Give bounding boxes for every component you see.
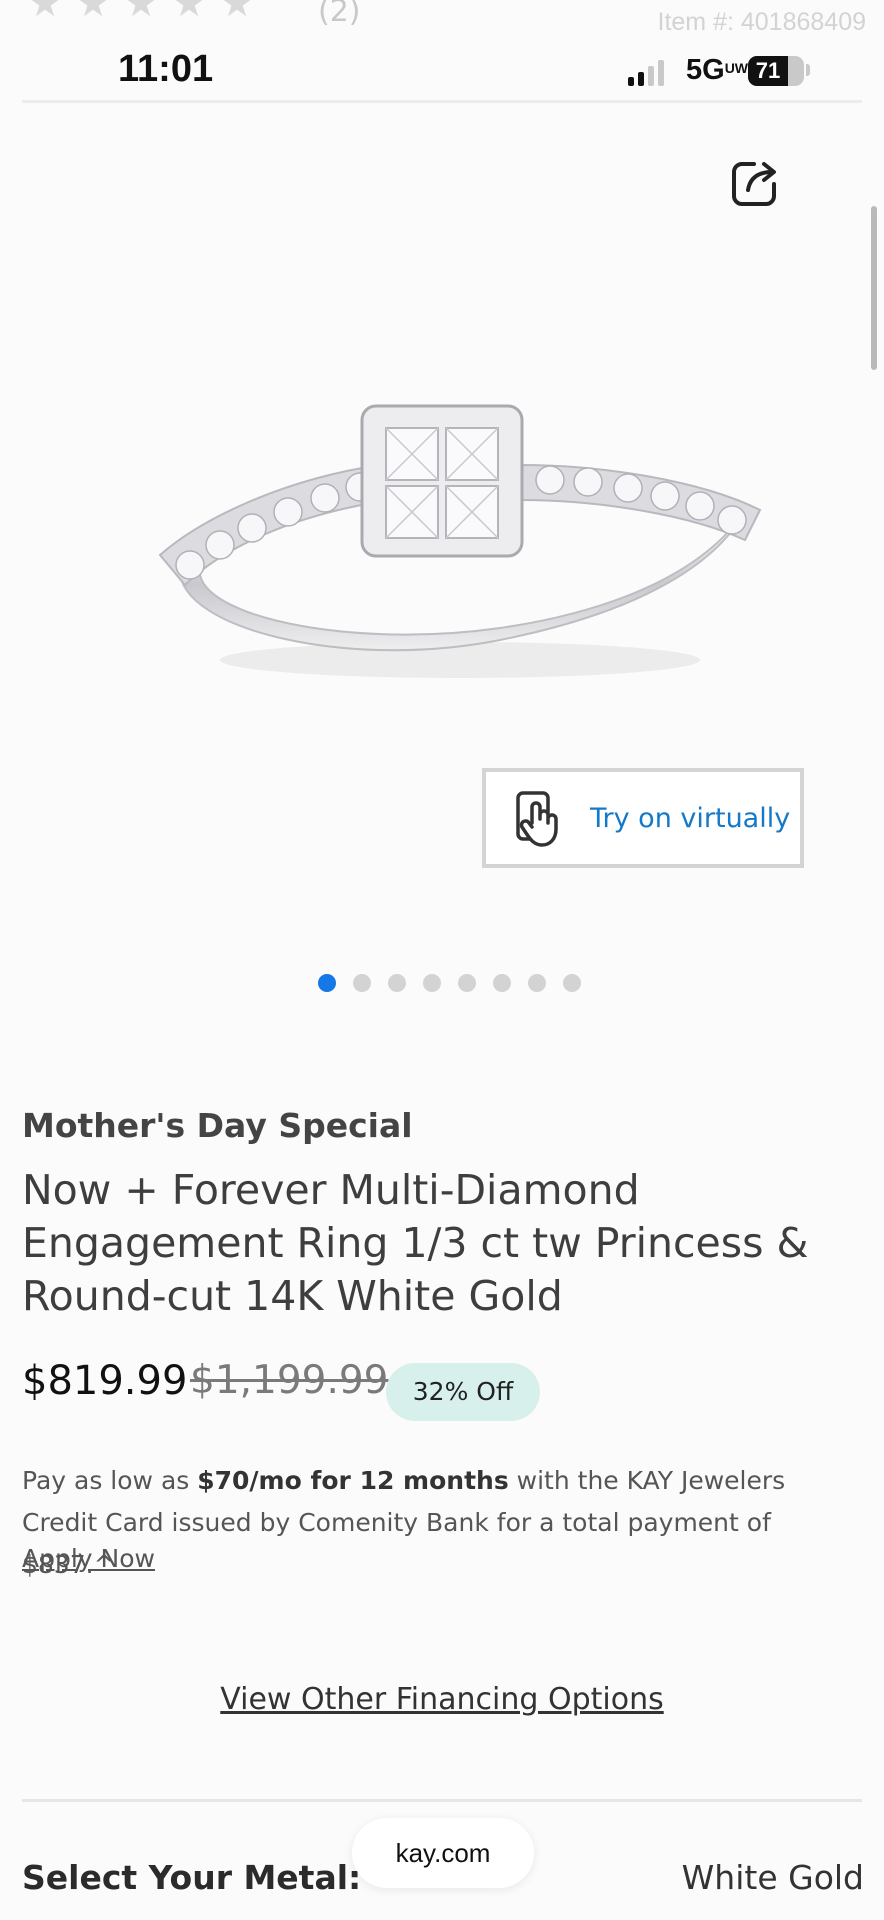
- product-image[interactable]: [140, 370, 780, 700]
- try-on-label: Try on virtually: [590, 802, 791, 834]
- star-icon: ★: [220, 0, 255, 25]
- financing-terms: $70/mo for 12 months: [197, 1466, 509, 1495]
- carousel-dot[interactable]: [388, 974, 406, 992]
- sale-price: $819.99: [22, 1358, 188, 1404]
- network-indicator: 5GUW: [686, 54, 749, 86]
- network-superscript: UW: [724, 60, 749, 76]
- carousel-dot[interactable]: [493, 974, 511, 992]
- divider: [22, 100, 862, 103]
- apply-now-link[interactable]: Apply Now: [22, 1544, 155, 1573]
- status-time: 11:01: [118, 48, 214, 90]
- battery-icon: 71: [748, 56, 804, 86]
- carousel-dot[interactable]: [353, 974, 371, 992]
- item-number: Item #: 401868409: [657, 8, 867, 36]
- rating-stars[interactable]: ★ ★ ★ ★ ★: [28, 0, 255, 25]
- scrollbar[interactable]: [871, 206, 877, 370]
- carousel-dot[interactable]: [458, 974, 476, 992]
- try-on-virtually-button[interactable]: Try on virtually: [482, 768, 804, 868]
- rating-count[interactable]: (2): [318, 0, 361, 29]
- star-icon: ★: [124, 0, 159, 25]
- star-icon: ★: [172, 0, 207, 25]
- star-icon: ★: [76, 0, 111, 25]
- discount-badge: 32% Off: [386, 1363, 540, 1421]
- promo-label: Mother's Day Special: [22, 1106, 413, 1145]
- signal-icon: [628, 58, 664, 86]
- product-title: Now + Forever Multi-Diamond Engagement R…: [22, 1166, 809, 1320]
- view-financing-options-link[interactable]: View Other Financing Options: [0, 1682, 884, 1717]
- carousel-dot[interactable]: [423, 974, 441, 992]
- battery-level: 71: [755, 58, 781, 83]
- metal-label: Select Your Metal:: [22, 1858, 362, 1897]
- share-icon[interactable]: [728, 154, 784, 210]
- original-price: $1,199.99: [190, 1358, 389, 1403]
- browser-url-bar[interactable]: kay.com: [352, 1818, 534, 1888]
- carousel-dot[interactable]: [563, 974, 581, 992]
- star-icon: ★: [28, 0, 63, 25]
- carousel-dot[interactable]: [528, 974, 546, 992]
- hand-phone-icon: [516, 791, 558, 847]
- carousel-dot[interactable]: [318, 974, 336, 992]
- divider: [22, 1799, 862, 1802]
- carousel-dots[interactable]: [318, 974, 581, 992]
- metal-selector[interactable]: White Gold: [682, 1858, 864, 1897]
- battery-nub: [806, 64, 810, 76]
